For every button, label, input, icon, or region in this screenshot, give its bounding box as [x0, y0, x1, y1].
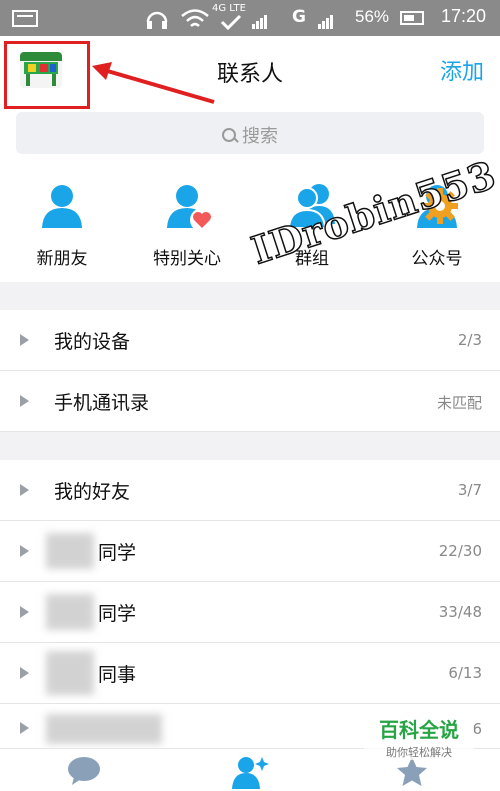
list-item[interactable]: 我的设备 2/3 [0, 310, 500, 371]
search-input[interactable]: 搜索 [16, 112, 484, 154]
annotation-arrow-icon [92, 62, 215, 104]
wifi-icon [181, 9, 209, 27]
list-item-label: 同学 [98, 603, 137, 625]
list-item-label: 手机通讯录 [54, 392, 150, 414]
list-item[interactable]: 同学 33/48 [0, 582, 500, 643]
list-item-label: 我的好友 [54, 481, 131, 503]
search-placeholder: 搜索 [242, 126, 278, 147]
expand-arrow-icon [20, 667, 29, 679]
list-item-count: 33/48 [438, 603, 482, 621]
expand-arrow-icon [20, 334, 29, 346]
quick-new-friend[interactable]: 新朋友 [12, 180, 112, 269]
blurred-text [46, 714, 162, 744]
list-item[interactable]: 同学 22/30 [0, 521, 500, 582]
list-item-label: 同事 [98, 664, 137, 686]
dynamic-tab-star-icon[interactable] [394, 755, 430, 789]
add-button[interactable]: 添加 [440, 54, 484, 86]
expand-arrow-icon [20, 545, 29, 557]
quick-label: 特别关心 [153, 249, 221, 269]
list-item-label: 同学 [98, 542, 137, 564]
baike-title: 百科全说 [379, 718, 459, 742]
quick-label: 新朋友 [36, 249, 88, 269]
list-item[interactable]: 手机通讯录 未匹配 [0, 371, 500, 432]
device-section: 我的设备 2/3 手机通讯录 未匹配 [0, 310, 500, 432]
blurred-text [46, 651, 94, 695]
check-icon [220, 14, 242, 30]
blurred-text [46, 533, 94, 569]
list-item[interactable]: 同事 6/13 [0, 643, 500, 704]
battery-percent: 56% [355, 7, 390, 26]
search-icon [222, 128, 236, 142]
highlight-box [4, 41, 90, 109]
friends-section: 我的好友 3/7 同学 22/30 同学 33/48 同事 6/13 6 [0, 460, 500, 748]
section-divider [0, 282, 500, 310]
baike-logo: 百科全说 助你轻松解决 [364, 714, 474, 760]
blurred-text [46, 594, 94, 630]
expand-arrow-icon [20, 484, 29, 496]
new-friend-icon [42, 185, 82, 228]
network-type-label: 4G LTE [212, 3, 246, 14]
message-tab-icon[interactable] [66, 755, 102, 787]
list-item-count: 3/7 [457, 481, 482, 499]
expand-arrow-icon [20, 722, 29, 734]
status-bar: 4G LTE G 56% 17:20 [0, 0, 500, 36]
baike-subtitle: 助你轻松解决 [386, 746, 452, 759]
list-item-count: 未匹配 [436, 394, 482, 412]
battery-icon [400, 11, 424, 25]
expand-arrow-icon [20, 606, 29, 618]
list-item-count: 22/30 [438, 542, 482, 560]
signal-icon [252, 10, 272, 29]
clock: 17:20 [440, 6, 486, 26]
quick-label: 公众号 [411, 249, 463, 269]
headset-icon [146, 11, 168, 29]
screenshot-notification-icon [12, 10, 38, 27]
signal-icon-2 [318, 10, 338, 29]
special-care-icon [167, 185, 214, 232]
list-item-count: 6/13 [448, 664, 482, 682]
expand-arrow-icon [20, 395, 29, 407]
list-item-count: 2/3 [457, 331, 482, 349]
quick-special-care[interactable]: 特别关心 [137, 180, 237, 269]
g-network-label: G [292, 7, 306, 27]
section-divider [0, 432, 500, 460]
list-item[interactable]: 我的好友 3/7 [0, 460, 500, 521]
list-item-label: 我的设备 [54, 331, 131, 353]
contacts-tab-icon[interactable] [230, 755, 270, 789]
